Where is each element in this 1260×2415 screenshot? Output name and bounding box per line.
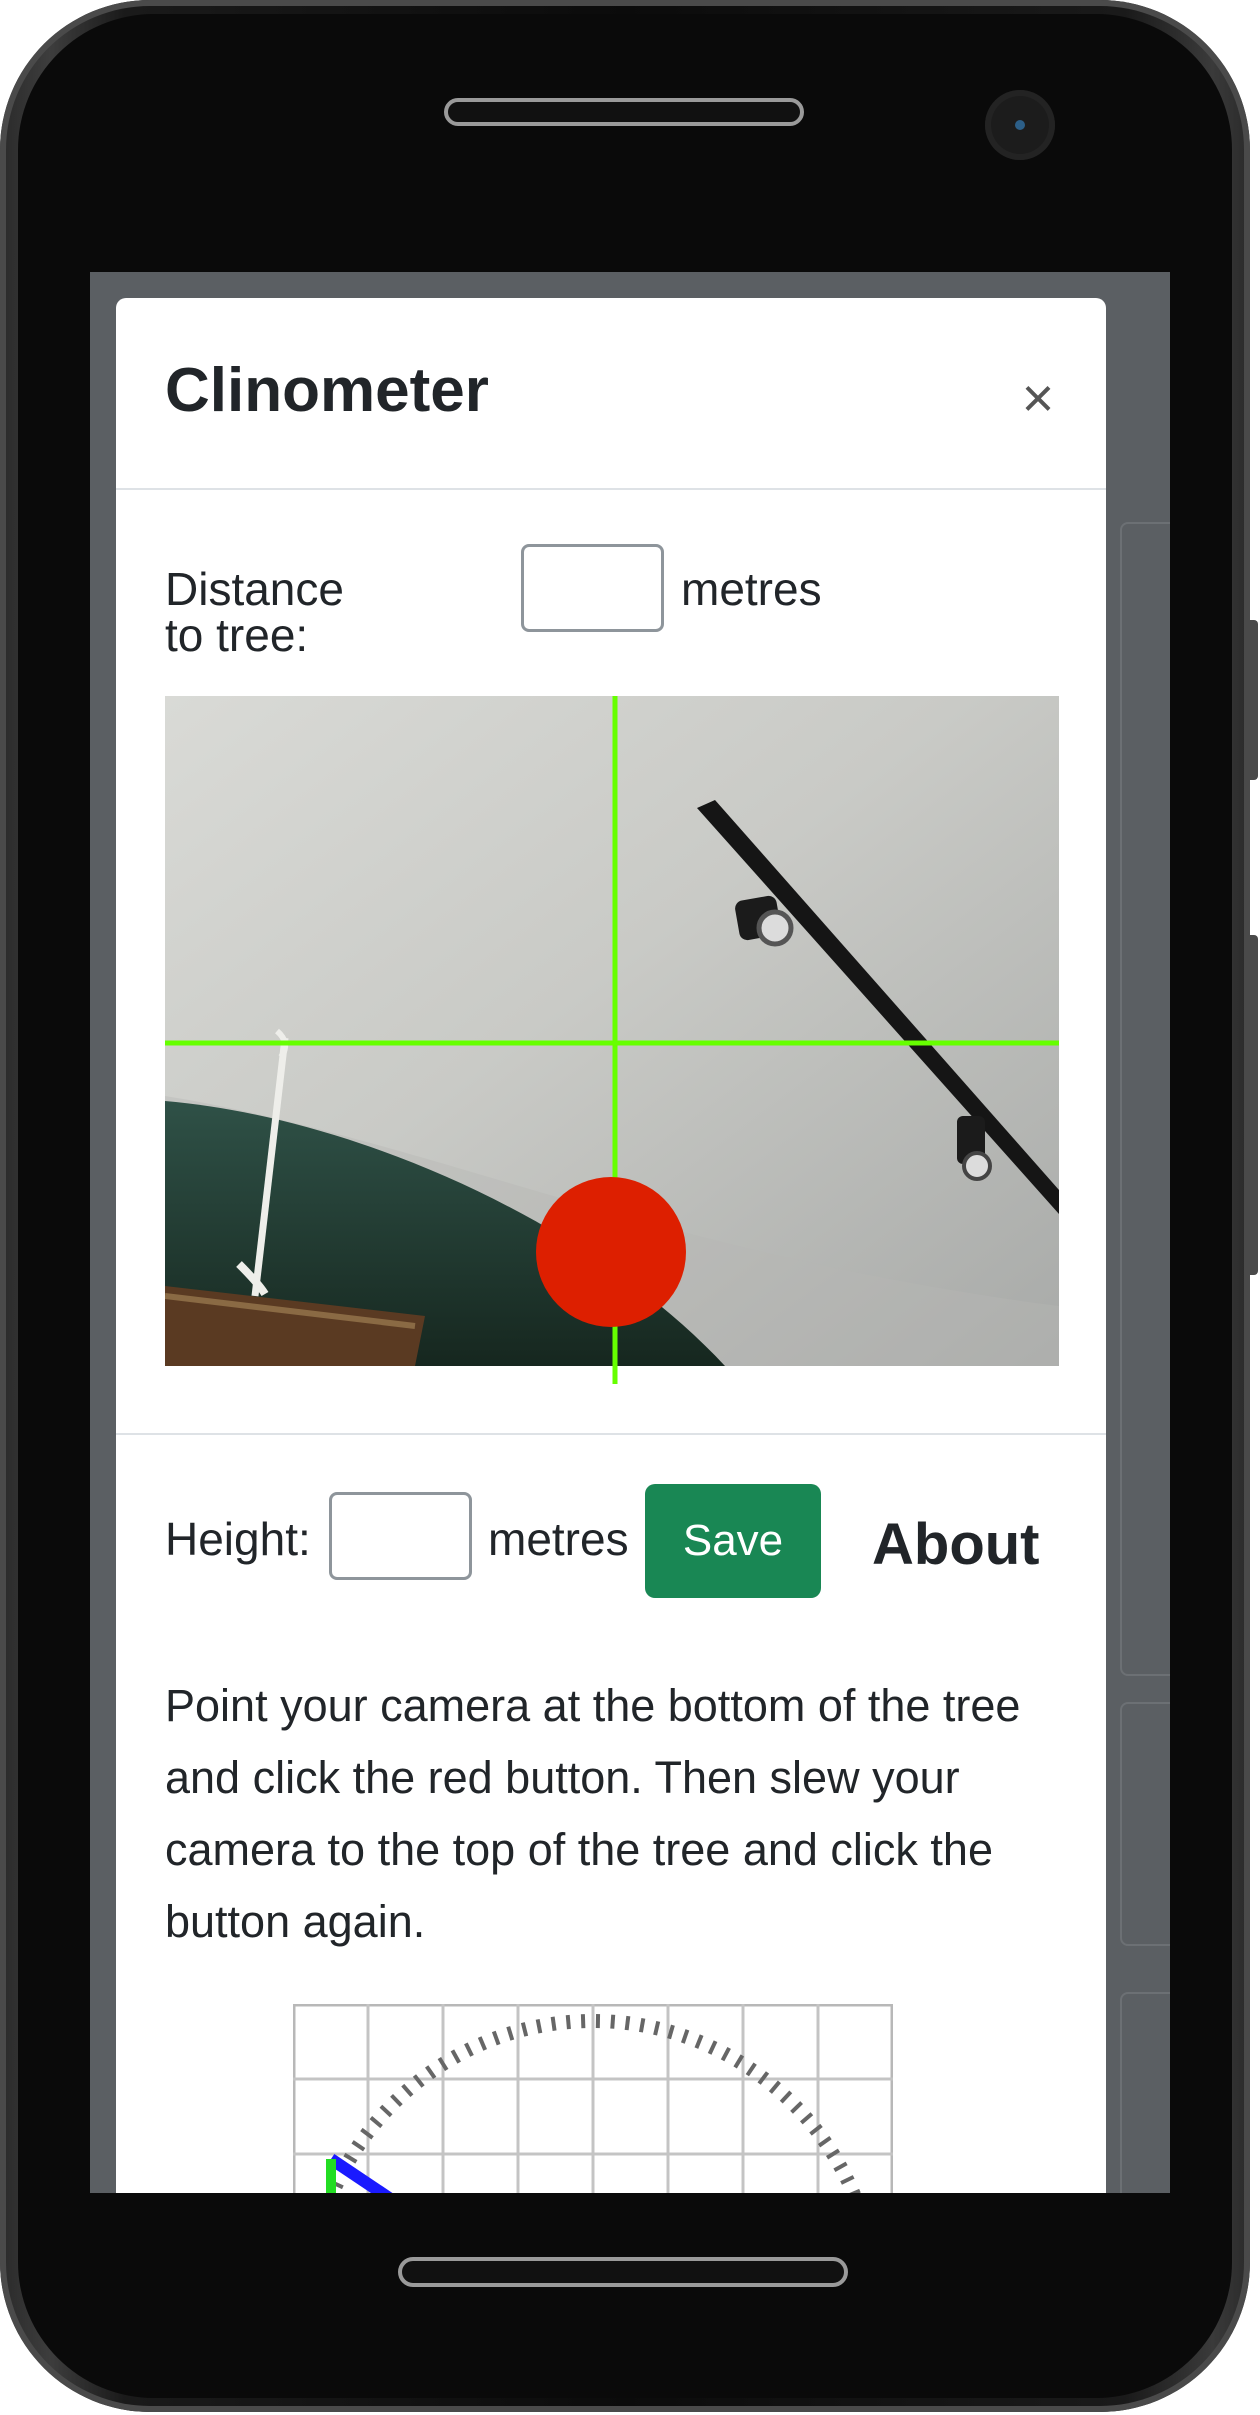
- close-icon[interactable]: ×: [1008, 370, 1068, 430]
- screen: Clinometer × Distance to tree: metres He…: [90, 272, 1170, 2193]
- height-input[interactable]: [329, 1492, 472, 1580]
- save-button[interactable]: Save: [645, 1484, 821, 1598]
- power-button: [1246, 935, 1258, 1275]
- capture-button[interactable]: [536, 1177, 686, 1327]
- distance-label: Distance to tree:: [165, 563, 344, 661]
- distance-input[interactable]: [521, 544, 664, 632]
- background-card: [1120, 1702, 1170, 1946]
- height-label: Height:: [165, 1513, 311, 1565]
- clinometer-dialog: Clinometer × Distance to tree: metres He…: [116, 298, 1106, 2193]
- clinometer-dial-image: [293, 2004, 893, 2193]
- background-card: [1120, 1992, 1170, 2193]
- phone-frame: Clinometer × Distance to tree: metres He…: [0, 0, 1258, 2412]
- earpiece-speaker: [444, 98, 804, 126]
- dialog-header: Clinometer ×: [116, 298, 1106, 490]
- distance-unit: metres: [681, 563, 822, 615]
- divider: [116, 1433, 1106, 1435]
- dial-diagram: [293, 2004, 893, 2193]
- dialog-title: Clinometer: [165, 356, 489, 425]
- height-unit: metres: [488, 1513, 629, 1565]
- home-bar: [398, 2257, 848, 2287]
- about-heading: About: [872, 1512, 1040, 1577]
- background-card: [1120, 522, 1170, 1676]
- camera-viewfinder[interactable]: [165, 696, 1059, 1384]
- front-camera: [985, 90, 1055, 160]
- about-text: Point your camera at the bottom of the t…: [165, 1680, 1021, 1947]
- volume-button: [1246, 620, 1258, 780]
